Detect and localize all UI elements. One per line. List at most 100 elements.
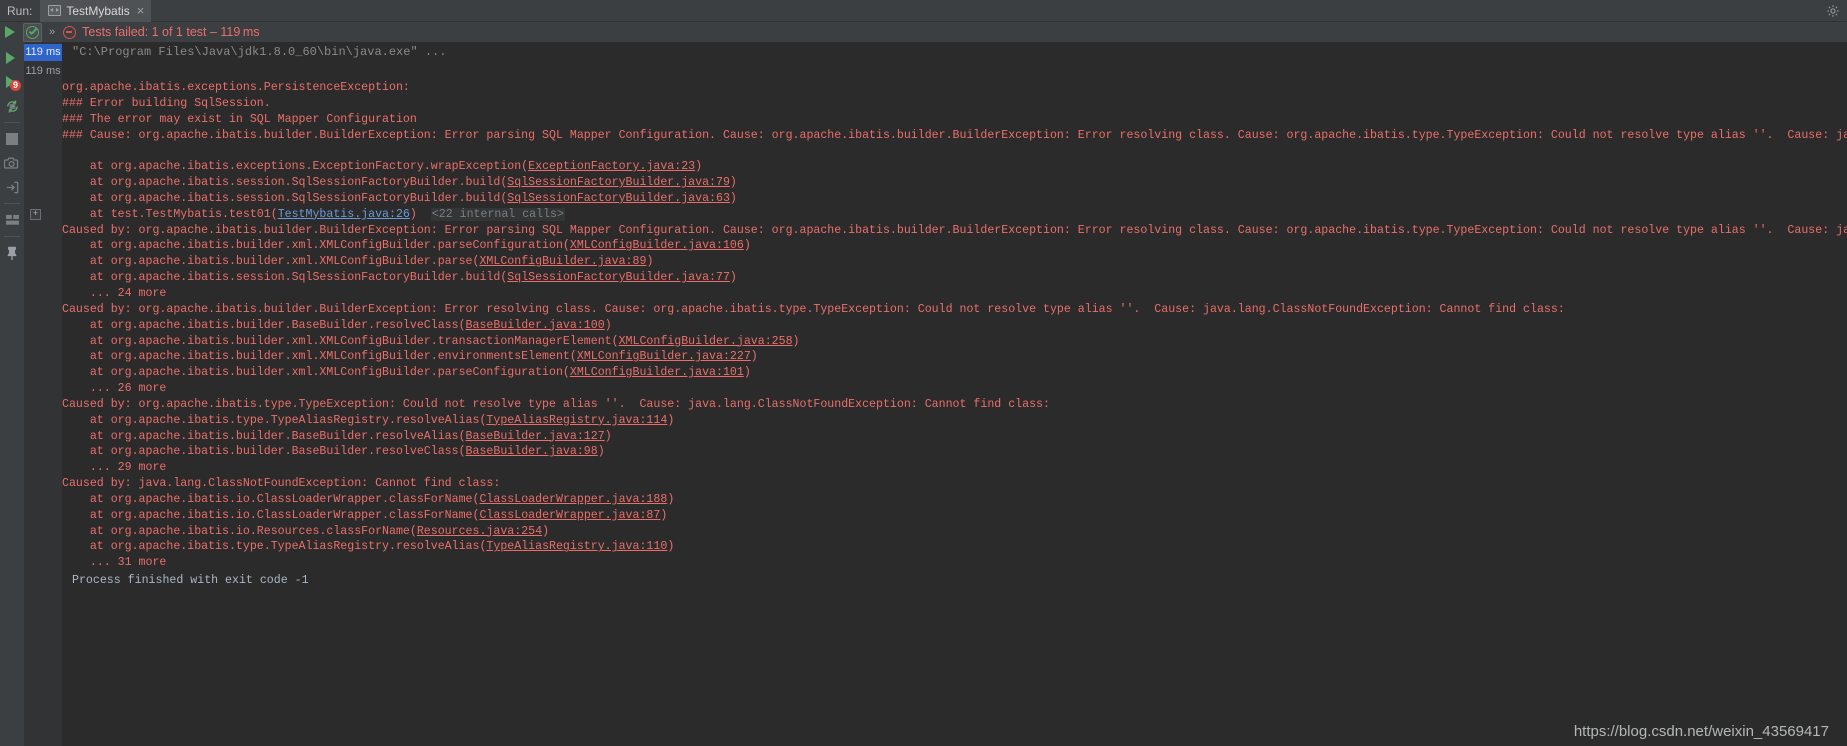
console-line-text: Caused by: org.apache.ibatis.type.TypeEx…	[62, 397, 1057, 411]
tab-testmybatis[interactable]: TestMybatis ×	[40, 0, 152, 22]
console-line-text: org.apache.ibatis.exceptions.Persistence…	[62, 81, 417, 94]
sidebar-item-toggle-auto-test[interactable]	[0, 94, 24, 118]
tab-label: TestMybatis	[66, 3, 130, 18]
stack-frame-suffix: )	[646, 255, 654, 269]
console-output[interactable]: 119 ms "C:\Program Files\Java\jdk1.8.0_6…	[24, 42, 1847, 746]
duration-chip-selected[interactable]: 119 ms	[24, 43, 62, 61]
import-arrow-icon	[5, 180, 20, 195]
stack-frame-link[interactable]: TestMybatis.java:26	[278, 208, 410, 221]
sidebar-item-rerun-failed-tests[interactable]: 9	[0, 70, 24, 94]
run-triangle-icon[interactable]	[5, 26, 15, 38]
show-passed-tests-button[interactable]	[23, 22, 42, 42]
stack-frame-link[interactable]: ClassLoaderWrapper.java:87	[479, 509, 660, 522]
stack-frame-suffix: )	[660, 508, 668, 522]
stack-trace-body[interactable]: org.apache.ibatis.exceptions.Persistence…	[30, 80, 1847, 571]
console-line: at org.apache.ibatis.builder.xml.XMLConf…	[62, 238, 1847, 254]
console-line: at org.apache.ibatis.builder.xml.XMLConf…	[62, 254, 1847, 270]
stack-frame-method: at org.apache.ibatis.builder.BaseBuilder…	[62, 318, 466, 332]
stack-frame-method: at org.apache.ibatis.io.Resources.classF…	[62, 524, 417, 538]
test-status-bar: » Tests failed: 1 of 1 test – 119 ms	[0, 22, 1847, 42]
stack-frame-link[interactable]: BaseBuilder.java:127	[466, 430, 605, 443]
stack-frame-suffix: )	[729, 191, 737, 205]
stack-frame-suffix: )	[792, 334, 800, 348]
stack-frame-method: at org.apache.ibatis.builder.BaseBuilder…	[62, 445, 466, 459]
stack-frame-method: at test.TestMybatis.test01(	[62, 207, 278, 221]
command-line-row: 119 ms "C:\Program Files\Java\jdk1.8.0_6…	[24, 42, 446, 62]
console-line-text: ... 29 more	[62, 461, 167, 475]
stack-frame-suffix: )	[542, 524, 550, 538]
console-line-text: ### Error building SqlSession.	[62, 96, 271, 110]
console-line: Caused by: org.apache.ibatis.type.TypeEx…	[62, 397, 1847, 413]
stack-frame-link[interactable]: SqlSessionFactoryBuilder.java:77	[507, 271, 730, 284]
console-line: at org.apache.ibatis.type.TypeAliasRegis…	[62, 413, 1847, 429]
console-line: ### Error building SqlSession.	[62, 96, 1847, 112]
close-icon[interactable]: ×	[135, 4, 145, 17]
divider	[4, 203, 20, 204]
console-line: at org.apache.ibatis.session.SqlSessionF…	[62, 191, 1847, 207]
failed-count-badge: 9	[10, 80, 21, 91]
sidebar-item-pin-tab[interactable]	[0, 241, 24, 265]
gear-icon[interactable]	[1826, 4, 1840, 18]
stack-frame-link[interactable]: XMLConfigBuilder.java:106	[570, 239, 744, 252]
stack-frame-link[interactable]: TypeAliasRegistry.java:114	[486, 414, 667, 427]
stack-frame-method: at org.apache.ibatis.builder.xml.XMLConf…	[62, 366, 570, 380]
console-line: at org.apache.ibatis.builder.xml.XMLConf…	[62, 334, 1847, 350]
console-line: Caused by: org.apache.ibatis.builder.Bui…	[62, 223, 1847, 239]
stack-frame-link[interactable]: TypeAliasRegistry.java:110	[486, 540, 667, 553]
stack-frame-method: at org.apache.ibatis.type.TypeAliasRegis…	[62, 413, 487, 427]
stop-square-icon	[6, 133, 18, 145]
stack-frame-suffix: )	[695, 160, 703, 174]
process-finished-text: Process finished with exit code -1	[72, 574, 309, 587]
stack-frame-method: at org.apache.ibatis.builder.BaseBuilder…	[62, 429, 466, 443]
console-line: at org.apache.ibatis.io.Resources.classF…	[62, 524, 1847, 540]
sidebar-item-export-results[interactable]	[0, 151, 24, 175]
stack-frame-link[interactable]: SqlSessionFactoryBuilder.java:63	[507, 192, 730, 205]
run-label: Run:	[7, 3, 33, 18]
stack-frame-method: at org.apache.ibatis.type.TypeAliasRegis…	[62, 540, 487, 554]
sidebar-item-layout-settings[interactable]	[0, 208, 24, 232]
console-line-text: ... 24 more	[62, 286, 167, 300]
console-line: at org.apache.ibatis.type.TypeAliasRegis…	[62, 539, 1847, 555]
run-actions-sidebar: 9	[0, 42, 24, 746]
sidebar-item-rerun[interactable]	[0, 46, 24, 70]
duration-chip-second: 119 ms	[25, 64, 61, 77]
stack-frame-method: at org.apache.ibatis.builder.xml.XMLConf…	[62, 350, 577, 364]
stack-frame-method: at org.apache.ibatis.builder.xml.XMLConf…	[62, 239, 570, 253]
stack-frame-suffix: )	[667, 540, 675, 554]
stack-frame-method: at org.apache.ibatis.session.SqlSessionF…	[62, 191, 508, 205]
stack-frame-link[interactable]: XMLConfigBuilder.java:258	[619, 335, 793, 348]
pin-icon	[5, 246, 19, 261]
stack-frame-link[interactable]: ExceptionFactory.java:23	[528, 160, 695, 173]
stack-frame-link[interactable]: ClassLoaderWrapper.java:188	[479, 493, 667, 506]
stack-frame-suffix: )	[409, 207, 417, 221]
stack-frame-link[interactable]: SqlSessionFactoryBuilder.java:79	[507, 176, 730, 189]
expand-chevrons-icon[interactable]: »	[49, 26, 55, 38]
stack-frame-method: at org.apache.ibatis.builder.xml.XMLConf…	[62, 255, 480, 269]
stack-frame-suffix: )	[667, 492, 675, 506]
stack-frame-link[interactable]: BaseBuilder.java:98	[466, 445, 598, 458]
console-line: org.apache.ibatis.exceptions.Persistence…	[62, 80, 1847, 96]
sidebar-item-stop[interactable]	[0, 127, 24, 151]
stack-frame-link[interactable]: XMLConfigBuilder.java:227	[577, 350, 751, 363]
stack-frame-method: at org.apache.ibatis.builder.xml.XMLConf…	[62, 334, 619, 348]
console-line-text: Caused by: org.apache.ibatis.builder.Bui…	[62, 302, 1572, 316]
test-passed-circle-icon	[26, 25, 39, 39]
stack-frame-link[interactable]: XMLConfigBuilder.java:101	[570, 366, 744, 379]
console-line: ### Cause: org.apache.ibatis.builder.Bui…	[62, 128, 1847, 144]
internal-calls-label[interactable]: <22 internal calls>	[430, 207, 565, 221]
console-line: Caused by: org.apache.ibatis.builder.Bui…	[62, 302, 1847, 318]
expand-toggle-icon[interactable]: +	[30, 208, 41, 220]
console-line: at org.apache.ibatis.io.ClassLoaderWrapp…	[62, 492, 1847, 508]
stack-frame-link[interactable]: XMLConfigBuilder.java:89	[479, 255, 646, 268]
console-line: ... 24 more	[62, 286, 1847, 302]
console-line: at org.apache.ibatis.builder.xml.XMLConf…	[62, 349, 1847, 365]
console-line: ### The error may exist in SQL Mapper Co…	[62, 112, 1847, 128]
console-line: at org.apache.ibatis.session.SqlSessionF…	[62, 175, 1847, 191]
stack-frame-method: at org.apache.ibatis.exceptions.Exceptio…	[62, 160, 529, 174]
stack-frame-suffix: )	[743, 239, 751, 253]
run-triangle-icon	[5, 52, 15, 64]
stack-frame-link[interactable]: Resources.java:254	[417, 525, 542, 538]
stack-frame-link[interactable]: BaseBuilder.java:100	[466, 319, 605, 332]
sidebar-item-import-results[interactable]	[0, 175, 24, 199]
